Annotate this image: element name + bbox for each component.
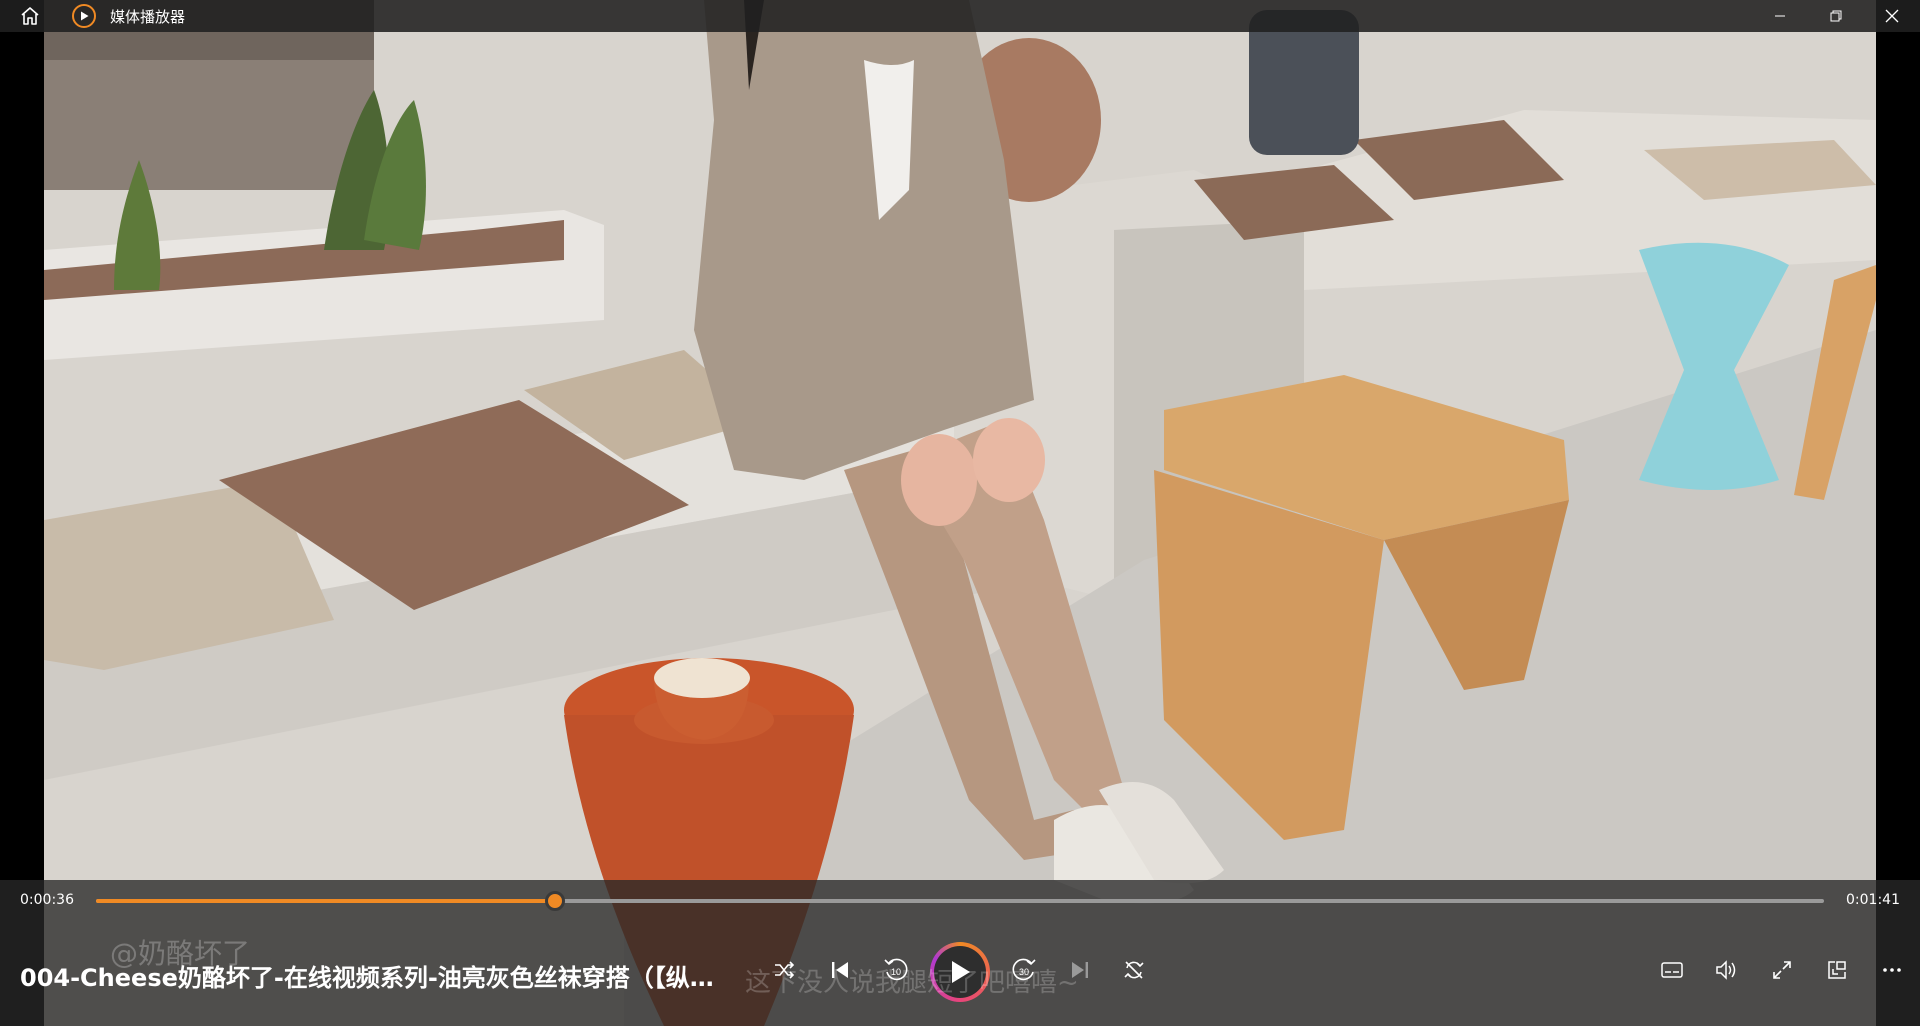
home-button[interactable] xyxy=(0,0,60,32)
seek-bar[interactable] xyxy=(96,891,1824,911)
miniplayer-button[interactable] xyxy=(1815,948,1859,992)
video-watermark: @奶酪坏了 xyxy=(110,937,251,970)
fullscreen-icon xyxy=(1773,961,1791,979)
minimize-icon xyxy=(1775,15,1785,17)
home-icon xyxy=(21,7,39,25)
play-circle-icon xyxy=(81,11,89,21)
video-subtitle: 这下没人说我腿短了吧嘻嘻~ xyxy=(745,968,1079,998)
repeat-button[interactable] xyxy=(1112,948,1156,992)
minimize-button[interactable] xyxy=(1752,0,1808,32)
captions-icon xyxy=(1661,962,1683,978)
close-button[interactable] xyxy=(1864,0,1920,32)
playback-controls: 0:00:36 0:01:41 004-Cheese奶酪坏了-在线视频系列-油亮… xyxy=(0,880,1920,1026)
duration: 0:01:41 xyxy=(1846,892,1900,908)
more-options-button[interactable] xyxy=(1870,948,1914,992)
miniplayer-icon xyxy=(1828,961,1846,979)
video-frame[interactable] xyxy=(44,0,1876,1026)
volume-button[interactable] xyxy=(1705,948,1749,992)
restore-button[interactable] xyxy=(1808,0,1864,32)
seek-thumb[interactable] xyxy=(544,891,565,911)
current-time: 0:00:36 xyxy=(20,892,74,908)
repeat-icon xyxy=(1124,961,1144,979)
fullscreen-button[interactable] xyxy=(1760,948,1804,992)
restore-icon xyxy=(1830,10,1842,22)
seek-progress xyxy=(96,899,555,903)
media-player-window: 媒体播放器 0:00:36 0:01:41 004-Cheese奶酪坏了-在线视… xyxy=(0,0,1920,1026)
app-logo xyxy=(72,4,96,28)
video-scene xyxy=(44,0,1876,1026)
more-icon xyxy=(1883,968,1901,972)
captions-button[interactable] xyxy=(1650,948,1694,992)
window-controls xyxy=(1752,0,1920,32)
title-bar: 媒体播放器 xyxy=(0,0,1920,32)
close-icon xyxy=(1885,9,1899,23)
volume-icon xyxy=(1716,960,1736,980)
app-title: 媒体播放器 xyxy=(110,7,186,26)
